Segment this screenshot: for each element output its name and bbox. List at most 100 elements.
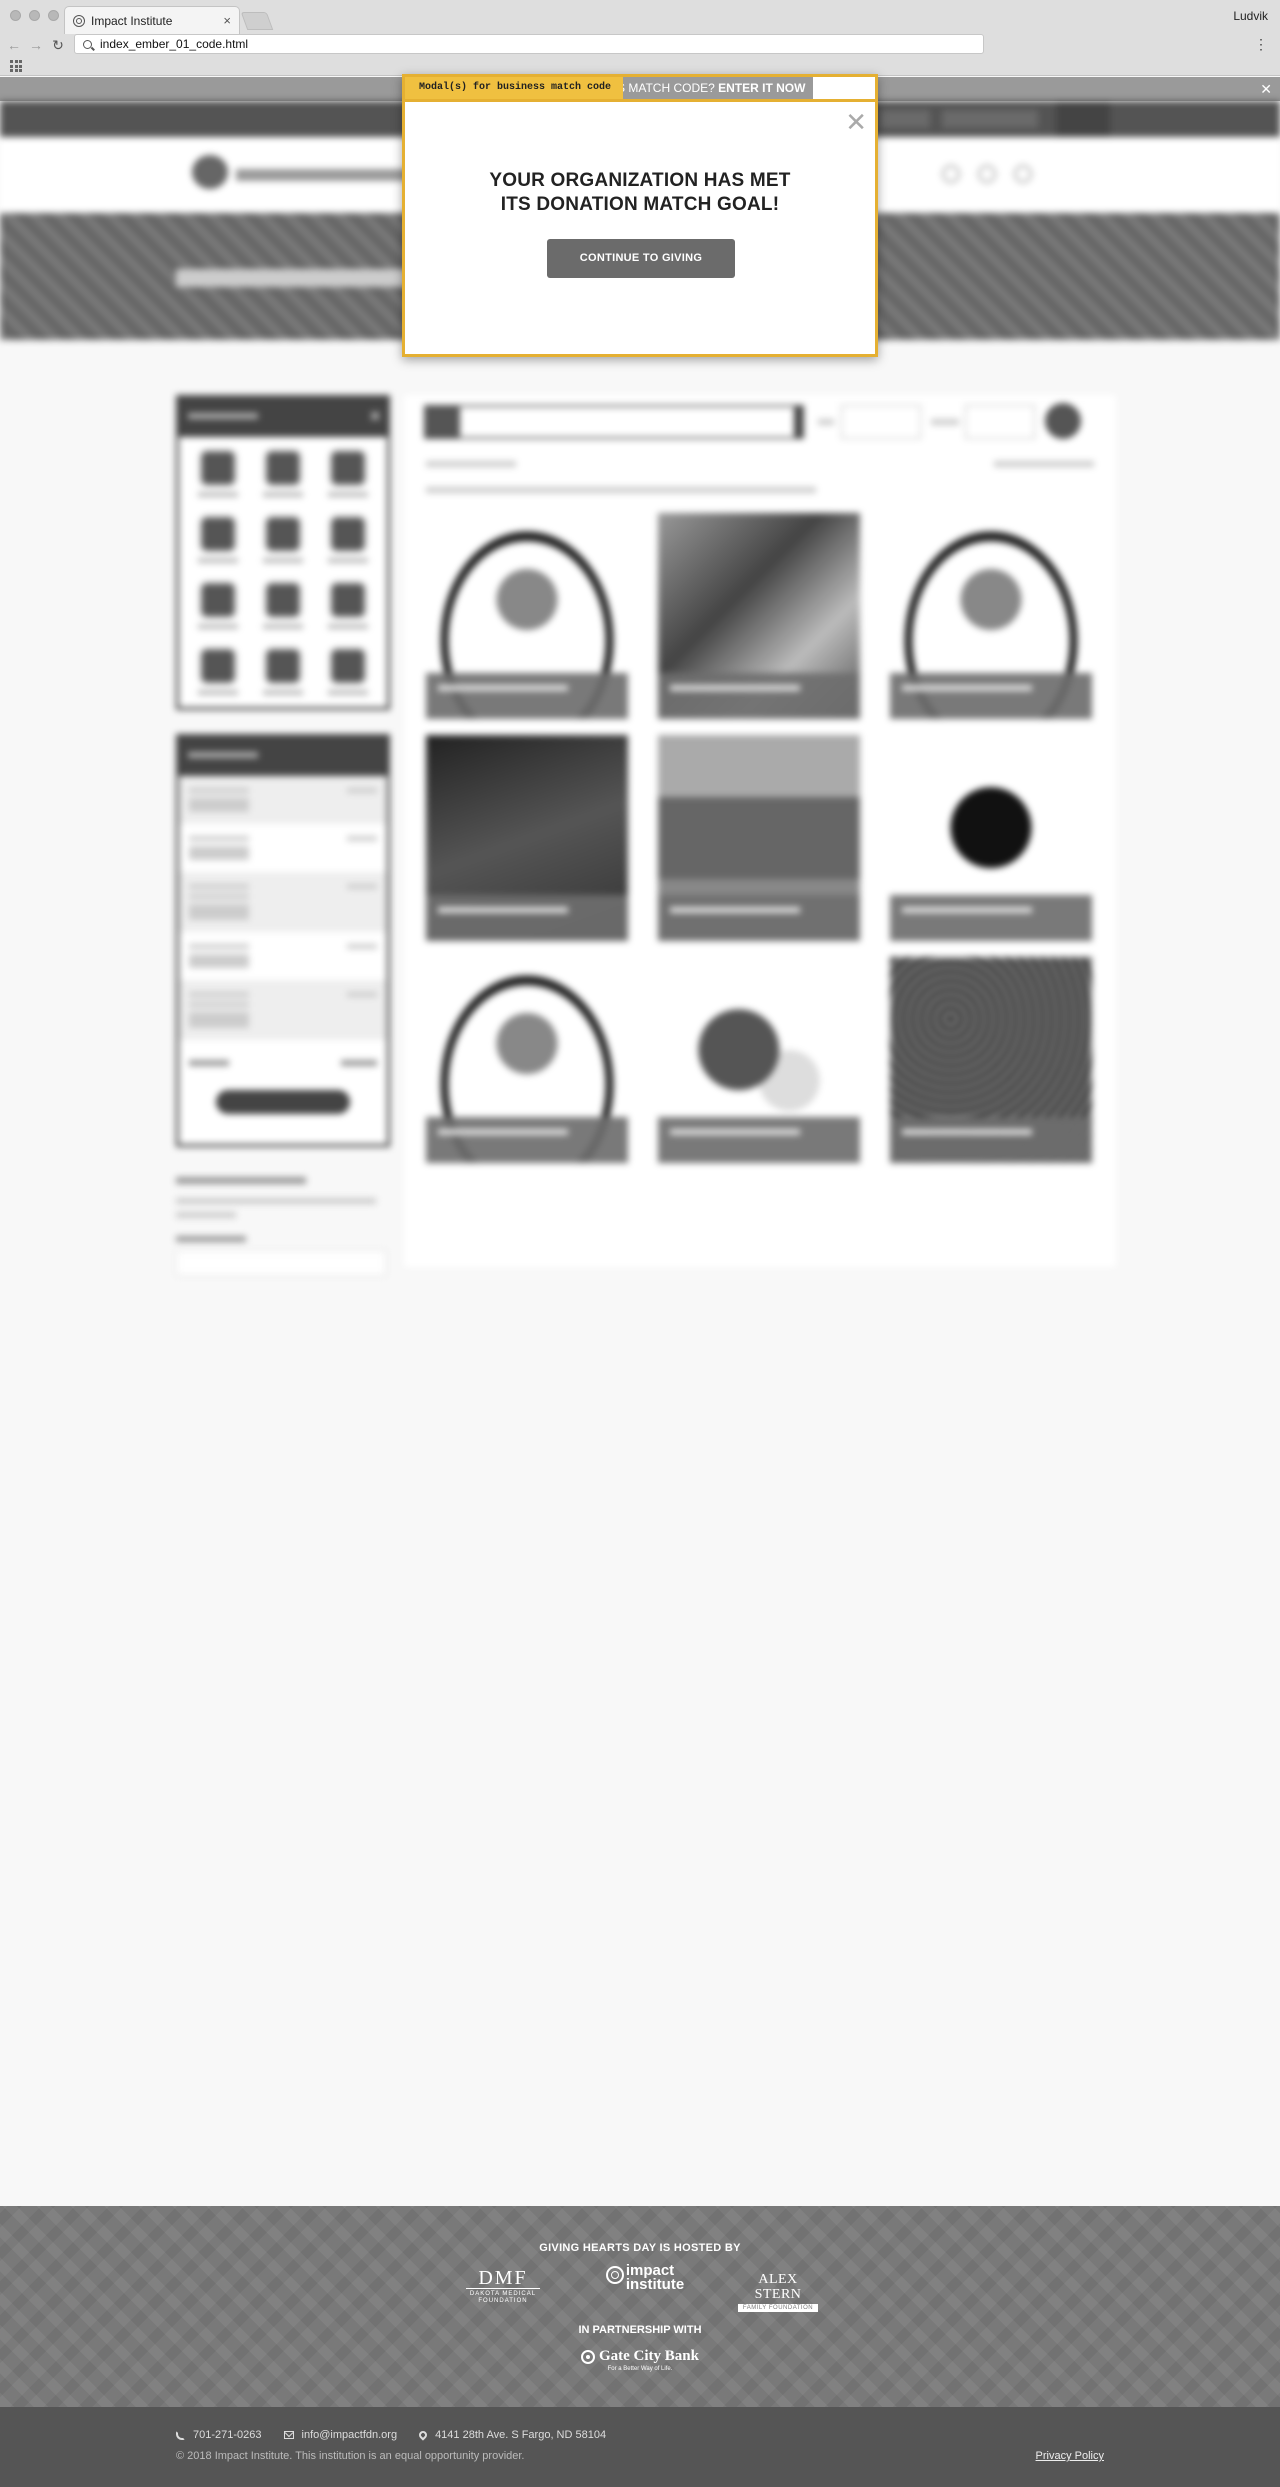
type-filter-grid [176, 437, 390, 710]
logo-wordmark [236, 169, 416, 181]
charity-card [658, 513, 860, 719]
nav-bar: ← → ↻ index_ember_01_code.html ⋮ [0, 34, 1280, 56]
type-filter-item [250, 581, 315, 629]
charity-card [658, 957, 860, 1163]
continue-to-giving-button[interactable]: CONTINUE TO GIVING [547, 239, 735, 278]
maximize-window-button[interactable] [48, 10, 59, 21]
envelope-icon [283, 2431, 294, 2439]
charity-card [426, 735, 628, 941]
page: S MATCH CODE? ENTER IT NOW ➔ ✕ ✕ [0, 77, 1280, 2487]
checkout-button [216, 1090, 350, 1114]
donation-cart [176, 734, 390, 1147]
browser-menu-icon[interactable]: ⋮ [1254, 36, 1268, 53]
forward-arrow-icon[interactable]: → [28, 37, 44, 53]
modal-tag-label: Modal(s) for business match code [405, 77, 624, 99]
search-go-button [1045, 403, 1081, 439]
social-icon [1014, 165, 1032, 183]
minimize-window-button[interactable] [29, 10, 40, 21]
gate-city-icon [580, 2349, 595, 2364]
charity-results [404, 395, 1116, 1267]
phone-icon [176, 2430, 185, 2440]
search-icon [83, 39, 92, 49]
charity-card [890, 735, 1092, 941]
type-filter-item [250, 647, 315, 695]
banner-peek-cta[interactable]: ENTER IT NOW [718, 81, 805, 95]
cart-row [179, 776, 387, 824]
url-text: index_ember_01_code.html [100, 37, 249, 51]
utility-link [942, 110, 1038, 128]
type-filter-item [185, 515, 250, 563]
type-filter-item [250, 515, 315, 563]
modal-title: YOUR ORGANIZATION HAS MET ITS DONATION M… [405, 169, 875, 217]
charity-card [426, 513, 628, 719]
cart-rows [179, 776, 387, 1040]
receipt-heading [176, 1177, 306, 1184]
type-filter-item [185, 647, 250, 695]
alex-stern-logo[interactable]: ALEX STERN FAMILY FOUNDATION [738, 2272, 818, 2312]
within-select [965, 405, 1035, 439]
type-filter-item [250, 449, 315, 497]
new-tab-button[interactable] [240, 12, 274, 30]
address-contact: 4141 28th Ave. S Fargo, ND 58104 [417, 2429, 606, 2441]
privacy-policy-link[interactable]: Privacy Policy [1036, 2450, 1104, 2462]
reload-icon[interactable]: ↻ [50, 37, 66, 54]
hosted-by-heading: GIVING HEARTS DAY IS HOSTED BY [539, 2242, 741, 2254]
impact-logo-icon [605, 2266, 624, 2284]
zip-code-field [841, 405, 921, 439]
charity-card [426, 957, 628, 1163]
social-icon [942, 165, 960, 183]
donation-cart-body [176, 776, 390, 1147]
cart-row [179, 824, 387, 872]
cart-row [179, 980, 387, 1040]
type-filter-item [316, 647, 381, 695]
cart-subtotal [179, 1040, 387, 1086]
footer-bottom: 701-271-0263 info@impactfdn.org 4141 28t… [0, 2407, 1280, 2487]
donation-cart-header [176, 734, 390, 776]
type-filter-item [185, 581, 250, 629]
charity-card [890, 957, 1092, 1163]
receipt-email-field [176, 1250, 386, 1276]
utility-link [880, 110, 930, 128]
apps-grid-icon[interactable] [10, 60, 22, 72]
email-contact[interactable]: info@impactfdn.org [283, 2429, 397, 2441]
browser-chrome: Impact Institute × Ludvik ← → ↻ index_em… [0, 0, 1280, 76]
bookmark-bar [0, 56, 1280, 76]
browser-tab[interactable]: Impact Institute × [64, 6, 240, 34]
modal-title-line2: ITS DONATION MATCH GOAL! [500, 194, 780, 215]
footer-sponsors: GIVING HEARTS DAY IS HOSTED BY DMF DAKOT… [0, 2206, 1280, 2407]
phone-contact[interactable]: 701-271-0263 [176, 2429, 262, 2441]
modal-divider [405, 99, 875, 102]
charity-card [890, 513, 1092, 719]
charity-card [658, 735, 860, 941]
type-filter-item [316, 449, 381, 497]
modal-title-line1: YOUR ORGANIZATION HAS MET [489, 170, 791, 191]
cart-tab [1056, 101, 1110, 137]
social-icon [978, 165, 996, 183]
gate-city-bank-logo[interactable]: Gate City Bank For a Better Way of Life. [578, 2348, 702, 2372]
address-bar[interactable]: index_ember_01_code.html [74, 34, 984, 54]
type-filter-item [316, 515, 381, 563]
modal-close-icon[interactable]: ✕ [845, 109, 867, 135]
tab-title: Impact Institute [91, 13, 173, 28]
profile-name[interactable]: Ludvik [1233, 9, 1268, 23]
cart-row [179, 932, 387, 980]
cart-row [179, 872, 387, 932]
type-filter-item [185, 449, 250, 497]
tab-bar: Impact Institute × Ludvik [0, 0, 1280, 34]
email-label [176, 1236, 246, 1242]
dmf-logo[interactable]: DMF DAKOTA MEDICAL FOUNDATION [466, 2268, 540, 2305]
banner-close-icon[interactable]: ✕ [1260, 77, 1272, 101]
receipt-section [176, 1177, 390, 1276]
type-filter-item [316, 581, 381, 629]
tab-close-icon[interactable]: × [223, 13, 231, 28]
site-logo [192, 155, 228, 189]
banner-peek-text: S MATCH CODE? [617, 81, 719, 95]
copyright-text: © 2018 Impact Institute. This institutio… [176, 2450, 525, 2462]
hero-heading [176, 269, 436, 287]
banner-peek: S MATCH CODE? ENTER IT NOW [613, 77, 814, 99]
close-window-button[interactable] [10, 10, 21, 21]
impact-institute-logo[interactable]: impact institute [605, 2263, 685, 2292]
sidebar: ✕ [176, 395, 390, 1276]
charity-search-input [424, 405, 804, 439]
back-arrow-icon[interactable]: ← [6, 37, 22, 53]
